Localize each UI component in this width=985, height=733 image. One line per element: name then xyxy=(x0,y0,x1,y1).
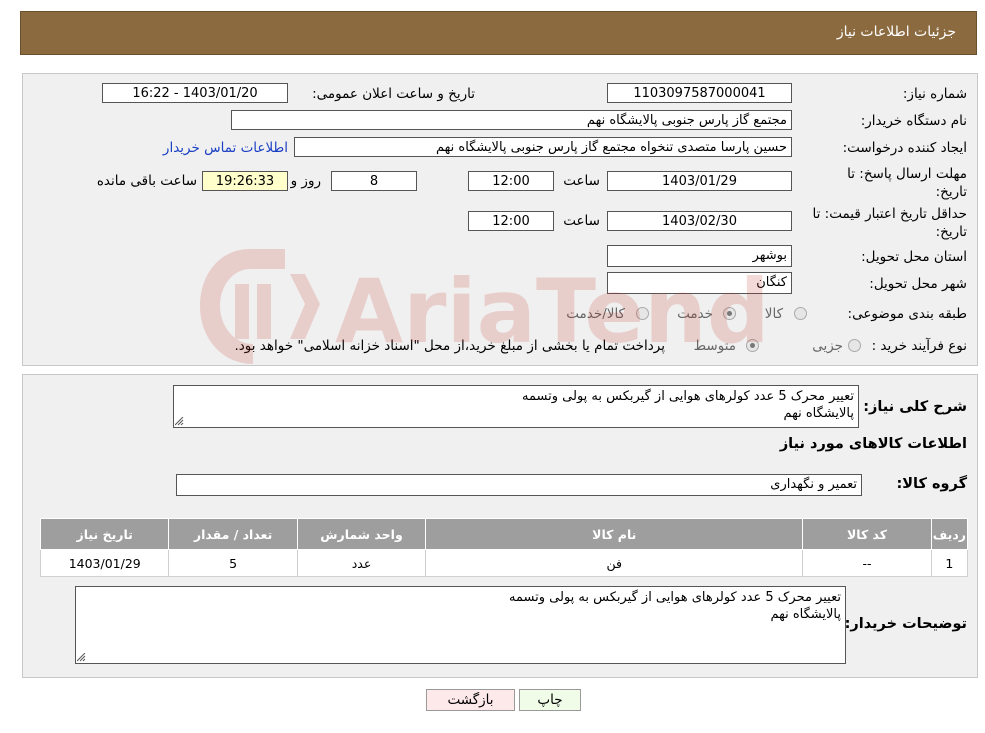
purchase-medium-label: متوسط xyxy=(693,338,736,354)
reply-deadline-label-2: تاریخ: xyxy=(935,184,967,200)
days-field[interactable]: 8 xyxy=(331,171,417,191)
col-header-date: تاریخ نیاز xyxy=(39,518,170,550)
cell-date: 1403/01/29 xyxy=(39,549,170,577)
cell-code: -- xyxy=(802,549,932,577)
validity-label-2: تاریخ: xyxy=(935,224,967,240)
page-title: جزئیات اطلاعات نیاز xyxy=(836,24,956,40)
col-header-name: نام کالا xyxy=(425,518,804,550)
purchase-small-label: جزیی xyxy=(812,338,843,354)
announce-datetime-field[interactable]: 1403/01/20 - 16:22 xyxy=(102,83,288,103)
province-field[interactable]: بوشهر xyxy=(607,245,792,267)
general-desc-line-2: پالایشگاه نهم xyxy=(783,406,854,421)
print-button[interactable]: چاپ xyxy=(519,689,581,711)
table-row: 1 -- فن عدد 5 1403/01/29 xyxy=(39,549,969,577)
treasury-note: پرداخت تمام یا بخشی از مبلغ خرید،از محل … xyxy=(234,338,665,354)
remaining-time-field: 19:26:33 xyxy=(202,171,288,191)
back-button[interactable]: بازگشت xyxy=(426,689,515,711)
city-label: شهر محل تحویل: xyxy=(869,276,967,292)
validity-date-field[interactable]: 1403/02/30 xyxy=(607,211,792,231)
purchase-medium-radio[interactable] xyxy=(746,339,759,352)
requester-field[interactable]: حسین پارسا متصدی تنخواه مجتمع گاز پارس ج… xyxy=(294,137,792,157)
buyer-org-field[interactable]: مجتمع گاز پارس جنوبی پالایشگاه نهم xyxy=(231,110,792,130)
province-label: استان محل تحویل: xyxy=(861,249,967,265)
category-service-label: خدمت xyxy=(677,306,713,322)
cell-name: فن xyxy=(425,549,804,577)
col-header-row-number: ردیف xyxy=(930,518,969,550)
cell-qty: 5 xyxy=(168,549,298,577)
reply-date-field[interactable]: 1403/01/29 xyxy=(607,171,792,191)
buyer-contact-link[interactable]: اطلاعات تماس خریدار xyxy=(163,140,288,156)
page-header: جزئیات اطلاعات نیاز xyxy=(20,11,977,55)
category-goods-service-radio[interactable] xyxy=(636,307,649,320)
buyer-notes-textarea[interactable]: تعییر محرک 5 عدد کولرهای هوایی از گیربکس… xyxy=(75,586,846,664)
validity-time-field[interactable]: 12:00 xyxy=(468,211,554,231)
reply-deadline-label: مهلت ارسال پاسخ: تا xyxy=(847,166,967,182)
city-field[interactable]: کنگان xyxy=(607,272,792,294)
reply-time-field[interactable]: 12:00 xyxy=(468,171,554,191)
resize-grip-icon[interactable] xyxy=(175,417,184,426)
category-label: طبقه بندی موضوعی: xyxy=(847,306,967,322)
remaining-label: ساعت باقی مانده xyxy=(96,173,197,189)
buyer-notes-label: توضیحات خریدار: xyxy=(844,616,967,632)
category-goods-service-label: کالا/خدمت xyxy=(566,306,625,322)
reply-time-label: ساعت xyxy=(563,173,600,189)
items-table: ردیف کد کالا نام کالا واحد شمارش تعداد /… xyxy=(39,518,969,577)
validity-label: حداقل تاریخ اعتبار قیمت: تا xyxy=(812,206,967,222)
validity-time-label: ساعت xyxy=(563,213,600,229)
col-header-qty: تعداد / مقدار xyxy=(168,518,298,550)
buyer-org-label: نام دستگاه خریدار: xyxy=(860,113,967,129)
col-header-code: کد کالا xyxy=(802,518,932,550)
goods-group-field[interactable]: تعمیر و نگهداری xyxy=(176,474,862,496)
table-header-row: ردیف کد کالا نام کالا واحد شمارش تعداد /… xyxy=(39,518,969,550)
category-goods-radio[interactable] xyxy=(794,307,807,320)
day-and-label: روز و xyxy=(290,173,321,189)
buyer-notes-line-2: پالایشگاه نهم xyxy=(770,607,841,622)
need-number-label: شماره نیاز: xyxy=(902,86,967,102)
category-goods-label: کالا xyxy=(764,306,783,322)
resize-grip-icon[interactable] xyxy=(77,653,86,662)
col-header-unit: واحد شمارش xyxy=(296,518,427,550)
goods-info-heading: اطلاعات کالاهای مورد نیاز xyxy=(779,436,967,452)
category-service-radio[interactable] xyxy=(723,307,736,320)
need-number-field[interactable]: 1103097587000041 xyxy=(607,83,792,103)
buyer-notes-line-1: تعییر محرک 5 عدد کولرهای هوایی از گیربکس… xyxy=(509,590,841,605)
purchase-small-radio[interactable] xyxy=(848,339,861,352)
general-desc-label: شرح کلی نیاز: xyxy=(863,399,967,415)
announce-datetime-label: تاریخ و ساعت اعلان عمومی: xyxy=(312,86,475,102)
purchase-type-label: نوع فرآیند خرید : xyxy=(871,338,967,354)
general-desc-line-1: تعییر محرک 5 عدد کولرهای هوایی از گیربکس… xyxy=(522,389,854,404)
general-desc-textarea[interactable]: تعییر محرک 5 عدد کولرهای هوایی از گیربکس… xyxy=(173,385,859,428)
goods-group-label: گروه کالا: xyxy=(896,476,967,492)
requester-label: ایجاد کننده درخواست: xyxy=(842,140,967,156)
cell-row-number: 1 xyxy=(930,549,969,577)
cell-unit: عدد xyxy=(296,549,427,577)
